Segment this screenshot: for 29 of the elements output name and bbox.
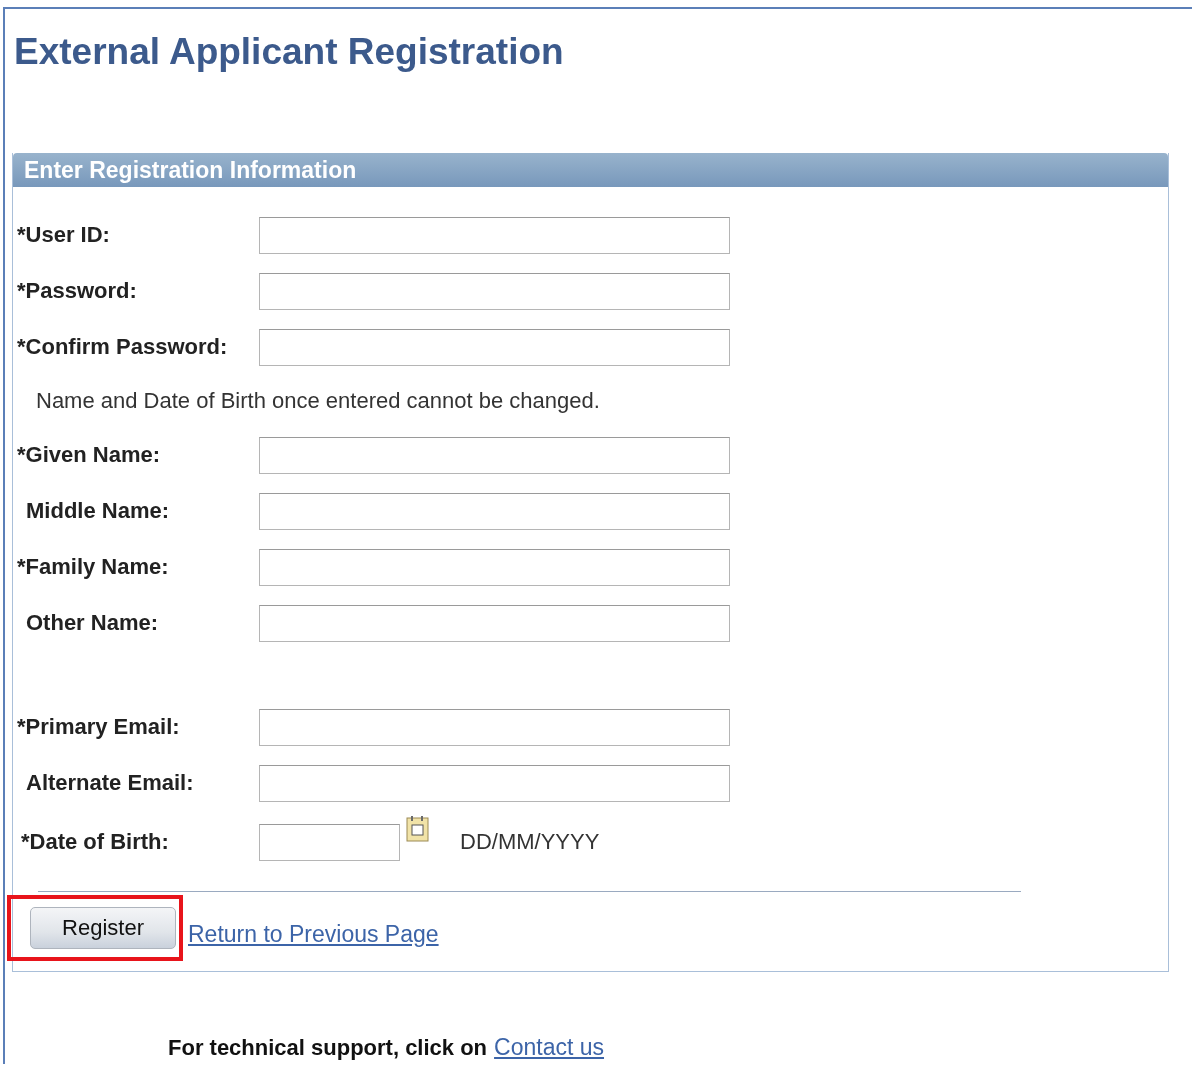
return-link[interactable]: Return to Previous Page [188,921,439,948]
field-label: *Password: [17,278,138,304]
input-field[interactable] [259,604,730,642]
calendar-icon[interactable] [406,815,430,843]
input-field[interactable] [259,216,730,254]
field-label: *User ID: [17,222,111,248]
field-label: *Confirm Password: [17,334,229,360]
contact-link[interactable]: Contact us [494,1034,604,1061]
input-field[interactable] [259,548,730,586]
input-field[interactable] [259,764,730,802]
info-note: Name and Date of Birth once entered cannot be changed. [35,388,600,414]
field-label: Middle Name: [25,498,171,524]
panel-header: Enter Registration Information [13,153,1168,187]
field-label: *Family Name: [17,554,170,580]
input-field[interactable] [259,272,730,310]
input-field[interactable] [259,436,730,474]
date-field[interactable] [259,823,400,861]
field-label: *Primary Email: [17,714,181,740]
field-label: Other Name: [25,610,160,636]
support-text: For technical support, click on [168,1035,488,1061]
input-field[interactable] [259,708,730,746]
page-title: External Applicant Registration [14,30,565,74]
field-label: Alternate Email: [25,770,195,796]
register-button[interactable]: Register [30,907,176,949]
field-label: *Date of Birth: [20,829,170,855]
input-field[interactable] [259,328,730,366]
date-format-hint: DD/MM/YYYY [460,829,600,855]
input-field[interactable] [259,492,730,530]
field-label: *Given Name: [17,442,162,468]
